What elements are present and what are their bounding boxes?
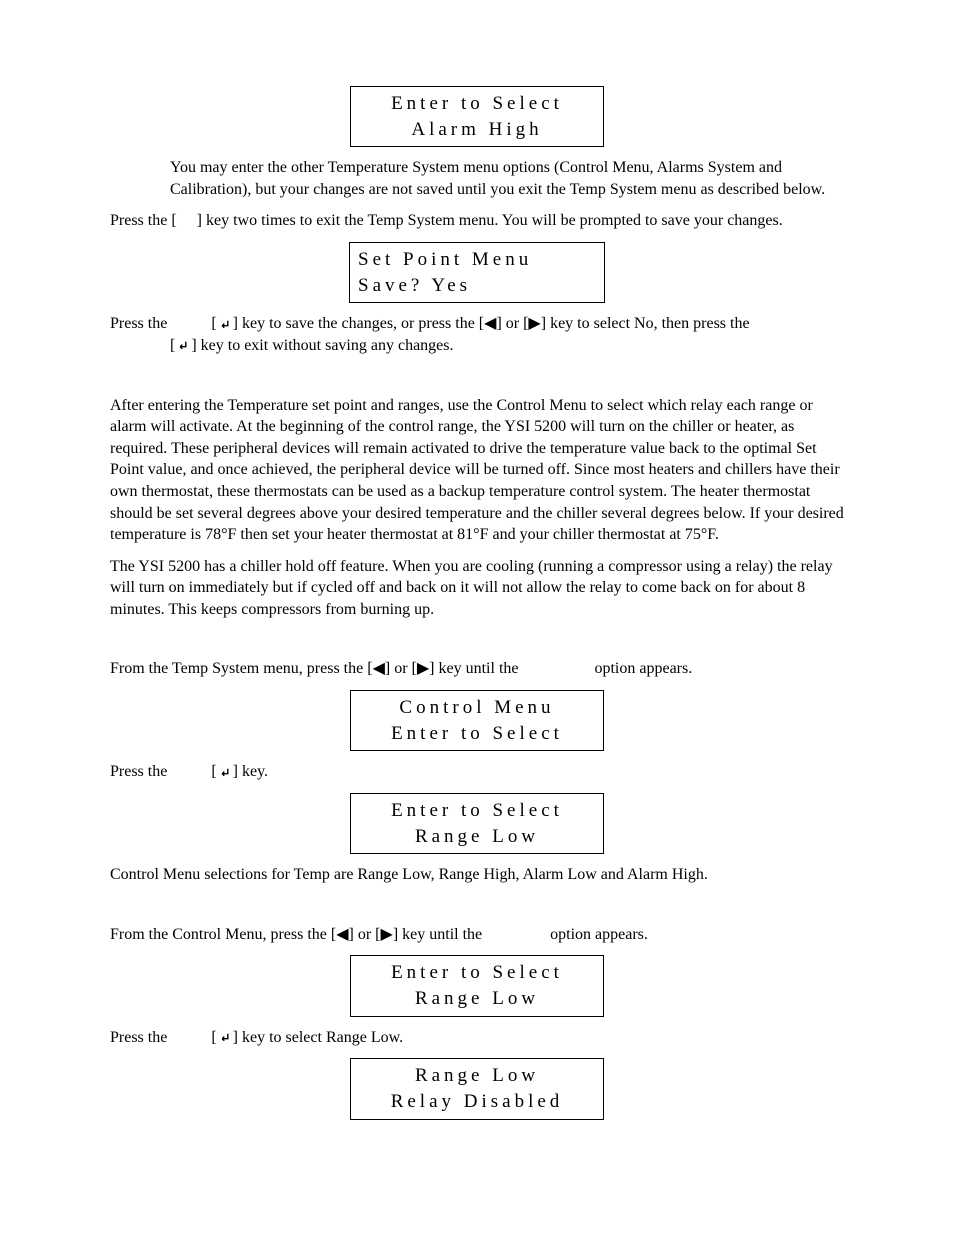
lcd-line: Enter to Select	[357, 721, 597, 747]
lcd-line: Relay Disabled	[357, 1089, 597, 1115]
right-arrow-icon: ▶	[417, 660, 429, 677]
text: option appears.	[594, 660, 692, 677]
lcd-line: Enter to Select	[357, 960, 597, 986]
lcd-display-range-low: Enter to Select Range Low	[350, 793, 604, 854]
paragraph: From the Control Menu, press the [◀] or …	[110, 924, 844, 946]
paragraph: Press the [] key.	[110, 761, 844, 783]
right-arrow-icon: ▶	[381, 926, 393, 943]
text: option appears.	[550, 926, 648, 943]
left-arrow-icon: ◀	[373, 660, 385, 677]
text: Press the	[110, 763, 167, 780]
lcd-display-range-low: Enter to Select Range Low	[350, 955, 604, 1016]
paragraph: From the Temp System menu, press the [◀]…	[110, 658, 844, 680]
text: From the Control Menu, press the [	[110, 926, 336, 943]
paragraph: You may enter the other Temperature Syst…	[170, 157, 844, 200]
text: ] key to select Range Low.	[233, 1029, 403, 1046]
lcd-line: Range Low	[357, 824, 597, 850]
text: Press the [	[110, 212, 177, 229]
text: ] key until the	[429, 660, 518, 677]
text: ] key to select No, then press the	[541, 315, 750, 332]
paragraph: The YSI 5200 has a chiller hold off feat…	[110, 556, 844, 621]
left-arrow-icon: ◀	[484, 315, 496, 332]
text: ] key to exit without saving any changes…	[191, 337, 453, 354]
lcd-display-alarm-high: Enter to Select Alarm High	[350, 86, 604, 147]
right-arrow-icon: ▶	[528, 315, 540, 332]
left-arrow-icon: ◀	[336, 926, 348, 943]
text: ] or [	[496, 315, 528, 332]
enter-key-icon	[217, 766, 233, 780]
lcd-display-relay-disabled: Range Low Relay Disabled	[350, 1058, 604, 1119]
text: ] or [	[385, 660, 417, 677]
lcd-line: Control Menu	[357, 695, 597, 721]
lcd-line: Enter to Select	[357, 91, 597, 117]
lcd-line: Range Low	[357, 986, 597, 1012]
paragraph: Press the [ ] key two times to exit the …	[110, 210, 844, 232]
paragraph: Press the [] key to select Range Low.	[110, 1027, 844, 1049]
enter-key-icon	[175, 339, 191, 353]
text: ] key two times to exit the Temp System …	[197, 212, 783, 229]
text: Press the	[110, 315, 167, 332]
text: ] key until the	[393, 926, 482, 943]
paragraph: Press the [] key to save the changes, or…	[110, 313, 844, 356]
lcd-line: Set Point Menu	[358, 247, 598, 273]
lcd-line: Alarm High	[357, 117, 597, 143]
paragraph: Control Menu selections for Temp are Ran…	[110, 864, 844, 886]
lcd-line: Range Low	[357, 1063, 597, 1089]
text: From the Temp System menu, press the [	[110, 660, 373, 677]
text: ] key.	[233, 763, 268, 780]
lcd-line: Save? Yes	[358, 273, 598, 299]
text: ] key to save the changes, or press the …	[233, 315, 484, 332]
paragraph: After entering the Temperature set point…	[110, 395, 844, 546]
text: ] or [	[349, 926, 381, 943]
lcd-line: Enter to Select	[357, 798, 597, 824]
lcd-display-save: Set Point Menu Save? Yes	[349, 242, 605, 303]
enter-key-icon	[217, 1031, 233, 1045]
enter-key-icon	[217, 318, 233, 332]
text: Press the	[110, 1029, 167, 1046]
document-page: Enter to Select Alarm High You may enter…	[0, 0, 954, 1190]
lcd-display-control-menu: Control Menu Enter to Select	[350, 690, 604, 751]
